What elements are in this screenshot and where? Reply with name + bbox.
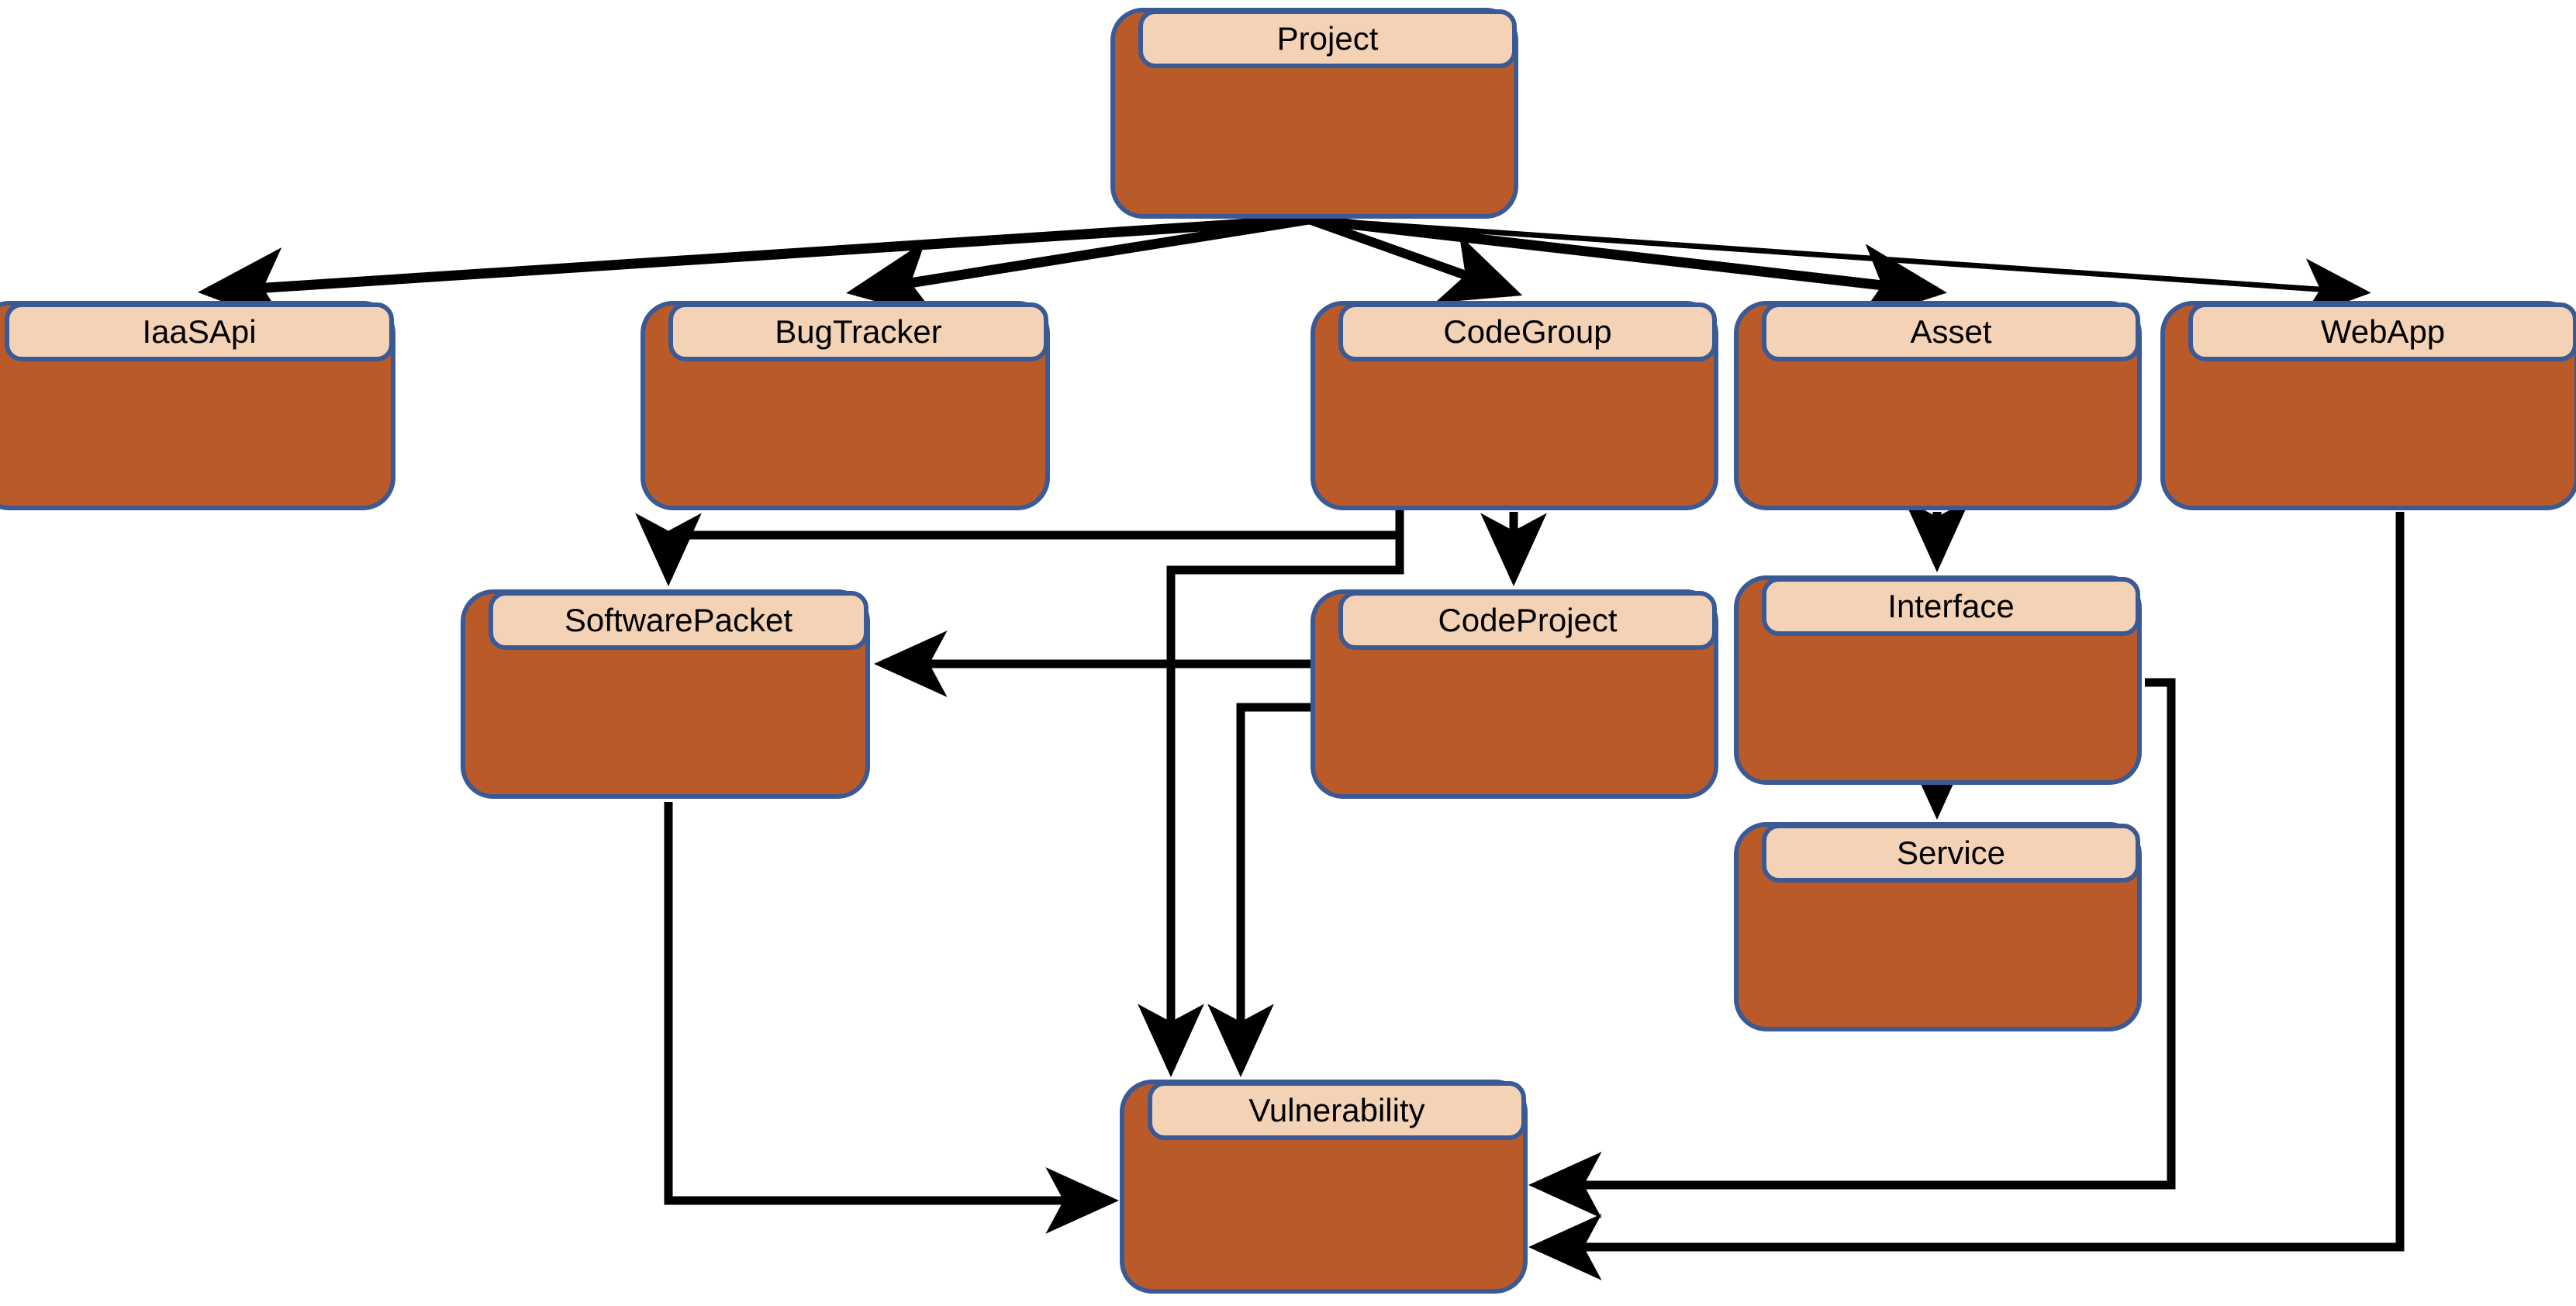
- node-bugtracker-header: BugTracker: [668, 302, 1048, 361]
- node-bugtracker-label: BugTracker: [775, 313, 942, 350]
- node-codegroup-label: CodeGroup: [1443, 313, 1612, 350]
- node-iaasapi[interactable]: IaaSApi: [0, 301, 395, 510]
- node-iaasapi-label: IaaSApi: [142, 313, 257, 350]
- node-project[interactable]: Project: [1110, 8, 1518, 219]
- node-service[interactable]: Service: [1734, 822, 2142, 1031]
- node-codegroup-header: CodeGroup: [1338, 302, 1717, 361]
- node-bugtracker[interactable]: BugTracker: [641, 301, 1050, 510]
- node-project-header: Project: [1138, 9, 1517, 68]
- node-asset-header: Asset: [1762, 302, 2140, 361]
- node-webapp-label: WebApp: [2320, 313, 2446, 350]
- node-codeproject-label: CodeProject: [1438, 602, 1618, 638]
- node-codeproject-header: CodeProject: [1338, 591, 1717, 650]
- node-project-label: Project: [1276, 20, 1379, 57]
- node-vulnerability[interactable]: Vulnerability: [1120, 1080, 1528, 1294]
- node-interface-header: Interface: [1762, 577, 2140, 636]
- node-codegroup[interactable]: CodeGroup: [1310, 301, 1718, 510]
- node-softwarepacket-label: SoftwarePacket: [564, 602, 793, 638]
- node-asset[interactable]: Asset: [1734, 301, 2142, 510]
- node-interface[interactable]: Interface: [1734, 575, 2142, 785]
- node-vulnerability-header: Vulnerability: [1148, 1081, 1526, 1140]
- node-webapp[interactable]: WebApp: [2160, 301, 2576, 510]
- node-softwarepacket-header: SoftwarePacket: [489, 591, 868, 650]
- node-interface-label: Interface: [1887, 588, 2015, 624]
- node-softwarepacket[interactable]: SoftwarePacket: [461, 589, 870, 799]
- node-vulnerability-label: Vulnerability: [1248, 1092, 1425, 1128]
- node-service-label: Service: [1896, 834, 2006, 871]
- node-iaasapi-header: IaaSApi: [5, 302, 394, 361]
- diagram-canvas: Project IaaSApi BugTracker CodeGroup Ass…: [0, 0, 2576, 1306]
- node-codeproject[interactable]: CodeProject: [1310, 589, 1718, 799]
- node-webapp-header: WebApp: [2188, 302, 2576, 361]
- node-asset-label: Asset: [1910, 313, 1992, 350]
- node-service-header: Service: [1762, 824, 2140, 883]
- node-layer: Project IaaSApi BugTracker CodeGroup Ass…: [0, 0, 2576, 1306]
